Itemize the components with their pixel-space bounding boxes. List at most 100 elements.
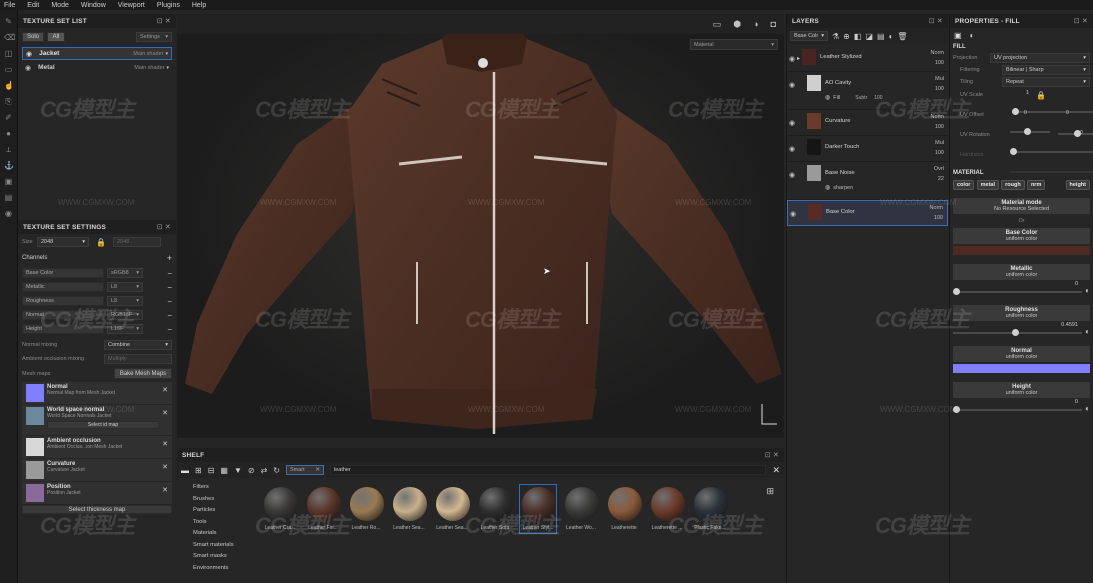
reset-knob-icon[interactable]: ◐ <box>1085 404 1090 413</box>
remove-mesh-map-icon[interactable]: ✕ <box>162 406 168 417</box>
shelf-material-item[interactable]: Leatherette <box>605 484 643 534</box>
channel-format-select[interactable]: RGB16F ▾ <box>107 310 143 320</box>
material-sphere-icon[interactable]: ◐ <box>970 31 975 40</box>
channel-name[interactable]: Height <box>22 324 104 334</box>
material-channel-chip[interactable]: height <box>1065 180 1090 190</box>
panel-controls-icon[interactable]: ⊡ ✕ <box>1074 17 1088 25</box>
menu-plugins[interactable]: Plugins <box>157 2 180 9</box>
cube-icon[interactable]: ⬢ <box>733 19 741 30</box>
mesh-map-row[interactable]: Curvature Curvature Jacket ✕ <box>22 459 172 481</box>
size-select[interactable]: 2048 ▾ <box>37 237 89 247</box>
reset-knob-icon[interactable]: ◐ <box>1085 327 1090 336</box>
layer-blend-mode[interactable]: Norm <box>915 205 943 211</box>
shelf-category[interactable]: Brushes <box>193 496 257 508</box>
menu-window[interactable]: Window <box>81 2 106 9</box>
layer-row[interactable]: ◉ Base Noise ◍ sharpen Ovrl 22 <box>787 162 948 200</box>
mesh-map-row[interactable]: Normal Normal Map from Mesh Jacket ✕ <box>22 382 172 404</box>
projection-select[interactable]: UV projection ▾ <box>990 53 1090 63</box>
add-fill-icon[interactable]: ◧ <box>854 32 862 41</box>
channel-value-slider[interactable] <box>953 288 1082 295</box>
texture-set-jacket[interactable]: ◉ Jacket Main shader ▾ <box>22 47 172 60</box>
display-settings-icon[interactable]: ◉ <box>4 209 13 218</box>
effect-icon[interactable]: ◍ <box>825 94 830 101</box>
color-swatch[interactable] <box>953 246 1090 255</box>
picker-icon[interactable]: ✐ <box>4 113 13 122</box>
menu-help[interactable]: Help <box>192 2 206 9</box>
material-mode-section[interactable]: Material mode No Resource Selected <box>953 198 1090 214</box>
settings-dropdown[interactable]: Settings ▾ <box>136 32 172 42</box>
channel-header[interactable]: Height uniform color <box>953 382 1090 398</box>
uv-scale-lock-icon[interactable]: 🔒 <box>1036 91 1046 100</box>
all-button[interactable]: All <box>47 32 65 42</box>
material-channel-chip[interactable]: rough <box>1001 180 1025 190</box>
shelf-category[interactable]: Materials <box>193 530 257 542</box>
shelf-category[interactable]: Particles <box>193 507 257 519</box>
fill-properties-icon[interactable]: ▣ <box>954 31 962 40</box>
layer-blend-mode[interactable]: Norm <box>916 50 944 56</box>
mesh-map-row[interactable]: Ambient occlusion Ambient Occlus...ion Me… <box>22 436 172 458</box>
channel-select[interactable]: Base Colr ▾ <box>790 31 828 41</box>
eraser-icon[interactable]: ⌫ <box>4 33 15 42</box>
remove-mesh-map-icon[interactable]: ✕ <box>162 437 168 448</box>
visibility-eye-icon[interactable]: ◉ <box>787 55 797 63</box>
shelf-category[interactable]: Environments <box>193 565 257 577</box>
layer-opacity[interactable]: 100 <box>916 124 944 130</box>
ao-mixing-select[interactable]: Multiply <box>104 354 172 364</box>
material-channel-chip[interactable]: metal <box>976 180 999 190</box>
color-swatch[interactable] <box>953 364 1090 373</box>
menu-viewport[interactable]: Viewport <box>118 2 145 9</box>
import-icon[interactable]: ⊟ <box>208 466 215 475</box>
channel-name[interactable]: Normal <box>22 310 104 320</box>
radio-icon[interactable]: ◉ <box>25 64 31 72</box>
folder-icon[interactable]: ▸ <box>797 55 800 62</box>
visibility-eye-icon[interactable]: ◉ <box>787 81 797 89</box>
shelf-category[interactable]: Tools <box>193 519 257 531</box>
remove-channel-icon[interactable]: − <box>167 269 172 278</box>
visibility-eye-icon[interactable]: ◉ <box>787 119 797 127</box>
menu-edit[interactable]: Edit <box>27 2 39 9</box>
layer-blend-mode[interactable]: Ovrl <box>916 166 944 172</box>
panel-controls-icon[interactable]: ⊡ ✕ <box>157 17 171 25</box>
panel-controls-icon[interactable]: ⊡ ✕ <box>157 223 171 231</box>
clone-icon[interactable]: ⎘ <box>4 97 13 106</box>
sub-effect-opacity[interactable]: 100 <box>874 95 882 101</box>
frame-icon[interactable]: ▭ <box>713 19 722 30</box>
refresh-icon[interactable]: ↻ <box>273 466 280 475</box>
visibility-eye-icon[interactable]: ◉ <box>787 145 797 153</box>
shelf-material-item[interactable]: Plastic Fake... <box>691 484 729 534</box>
sub-effect-blend[interactable]: Subtr <box>855 95 867 101</box>
filtering-select[interactable]: Bilinear | Sharp ▾ <box>1002 65 1090 75</box>
layer-row[interactable]: ◉ Curvature Norm 100 <box>787 110 948 136</box>
layer-opacity[interactable]: 22 <box>916 176 944 182</box>
filter-chip[interactable]: Smart ✕ <box>286 465 324 475</box>
remove-channel-icon[interactable]: − <box>167 297 172 306</box>
channel-header[interactable]: Base Color uniform color <box>953 228 1090 244</box>
channel-format-select[interactable]: L16F ▾ <box>107 324 143 334</box>
channel-name[interactable]: Metallic <box>22 282 104 292</box>
add-channel-icon[interactable]: + <box>167 253 172 263</box>
add-mask-icon[interactable]: ◪ <box>865 32 873 41</box>
viewport-mode-select[interactable]: Material ▾ <box>690 39 778 50</box>
layer-row[interactable]: ◉ ▸ Leather Stylized Norm 100 <box>787 46 948 72</box>
channel-format-select[interactable]: L8 ▾ <box>107 282 143 292</box>
remove-channel-icon[interactable]: − <box>167 311 172 320</box>
shelf-category[interactable]: Smart materials <box>193 542 257 554</box>
effects-icon[interactable]: ⚗ <box>832 32 839 41</box>
remove-mesh-map-icon[interactable]: ✕ <box>162 460 168 471</box>
shelf-search-input[interactable]: leather <box>330 465 767 475</box>
hide-icon[interactable]: ⊘ <box>248 466 255 475</box>
delete-layer-icon[interactable]: 🗑 <box>897 32 907 41</box>
remove-mesh-map-icon[interactable]: ✕ <box>162 483 168 494</box>
reset-knob-icon[interactable]: ◐ <box>1085 286 1090 295</box>
shelf-material-item[interactable]: Leather Styl... <box>519 484 557 534</box>
shelf-material-item[interactable]: Leather Sea... <box>433 484 471 534</box>
layer-opacity[interactable]: 100 <box>916 86 944 92</box>
layer-opacity[interactable]: 100 <box>916 60 944 66</box>
material-channel-chip[interactable]: color <box>953 180 975 190</box>
shelf-material-item[interactable]: Leatherette ... <box>648 484 686 534</box>
menu-file[interactable]: File <box>4 2 15 9</box>
export-icon[interactable]: ▤ <box>4 193 13 202</box>
shelf-material-item[interactable]: Leather Wo... <box>562 484 600 534</box>
visibility-eye-icon[interactable]: ◉ <box>788 210 798 218</box>
effect-icon[interactable]: ◍ <box>825 184 830 191</box>
